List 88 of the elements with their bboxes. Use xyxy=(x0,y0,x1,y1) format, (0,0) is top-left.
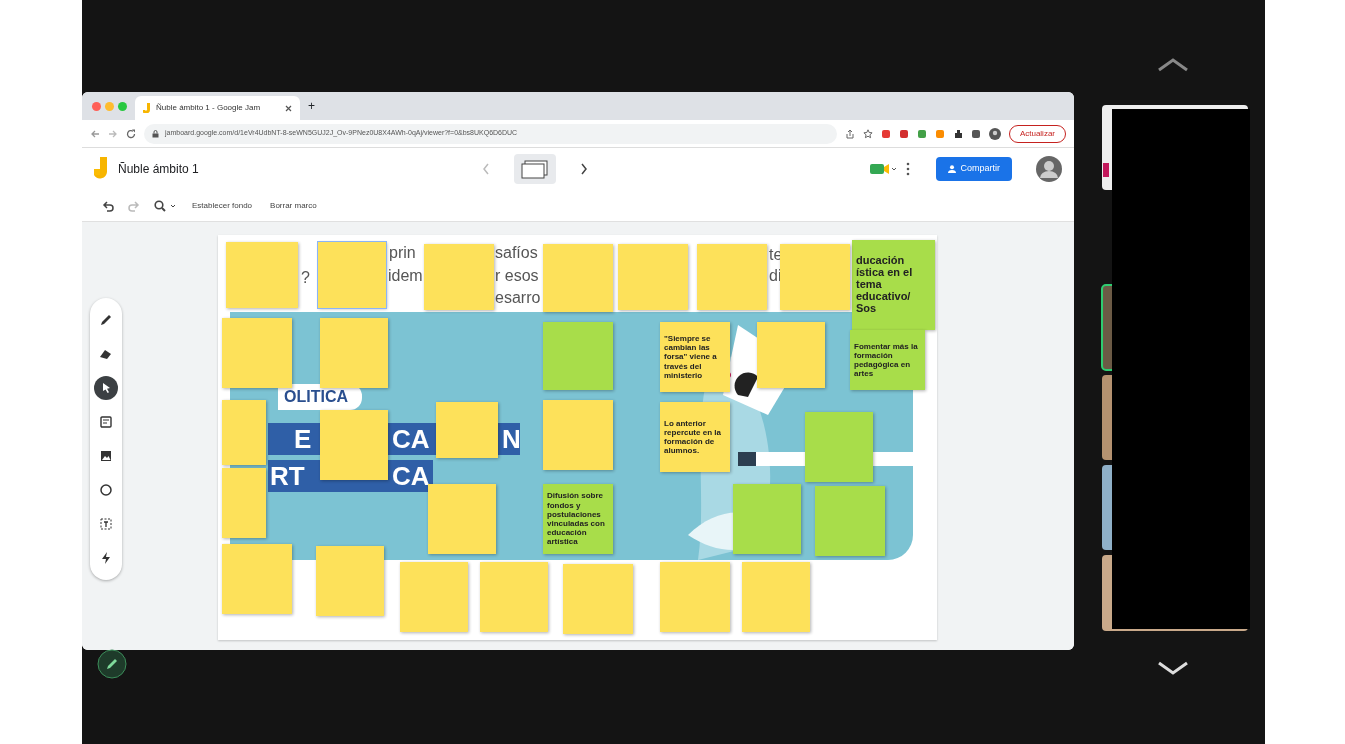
pen-button-icon[interactable] xyxy=(97,649,127,679)
toolbar-button[interactable]: Borrar marco xyxy=(268,197,319,214)
circle-icon xyxy=(98,482,114,498)
sticky-note[interactable] xyxy=(436,402,498,458)
update-button[interactable]: Actualizar xyxy=(1008,124,1066,143)
undo-icon[interactable] xyxy=(102,199,114,212)
sticky-note[interactable] xyxy=(226,242,298,308)
sticky-note[interactable] xyxy=(320,410,388,480)
forward-icon[interactable] xyxy=(108,128,118,139)
sticky-note[interactable] xyxy=(543,322,613,390)
share-icon[interactable] xyxy=(844,128,855,139)
sticky-note[interactable] xyxy=(222,400,266,465)
star-icon[interactable] xyxy=(862,128,873,139)
sticky-note[interactable] xyxy=(618,244,688,310)
avatar-icon[interactable] xyxy=(1036,156,1062,182)
reload-icon[interactable] xyxy=(126,128,136,139)
image-icon xyxy=(98,448,114,464)
chevron-up-icon[interactable] xyxy=(1157,58,1189,72)
sticky-note[interactable] xyxy=(757,322,825,388)
zoom-icon[interactable] xyxy=(154,199,176,212)
sticky-note[interactable] xyxy=(697,244,767,310)
slide-text: safíos xyxy=(495,245,538,261)
share-button[interactable]: Compartir xyxy=(936,157,1012,181)
slide-text: r esos xyxy=(495,268,539,284)
previous-icon[interactable] xyxy=(481,163,490,175)
browser-tab[interactable]: Ñuble ámbito 1 - Google Jam xyxy=(135,96,300,120)
extension-icon[interactable] xyxy=(952,128,963,139)
banner-text: CA xyxy=(392,426,430,452)
board-title[interactable]: Ñuble ámbito 1 xyxy=(118,160,199,178)
more-icon[interactable] xyxy=(906,162,911,176)
sticky-note[interactable] xyxy=(424,244,494,310)
chevron-down-icon[interactable] xyxy=(1157,661,1189,675)
tool-button[interactable] xyxy=(94,376,118,400)
note-text: ducación ística en el tema educativo/ Sos xyxy=(856,254,913,315)
slide-text: esarro xyxy=(495,290,541,306)
sticky-note[interactable] xyxy=(222,468,266,538)
sticky-note[interactable] xyxy=(815,486,885,556)
jamboard-logo-icon xyxy=(143,103,151,113)
lock-icon xyxy=(152,129,159,138)
redo-icon[interactable] xyxy=(128,199,140,212)
sticky-note[interactable] xyxy=(480,562,548,632)
sticky-note-icon xyxy=(98,414,114,430)
sticky-note[interactable] xyxy=(805,412,873,482)
banner-text: CA xyxy=(392,463,430,489)
sticky-note[interactable] xyxy=(316,546,384,616)
sticky-note[interactable] xyxy=(742,562,810,632)
sticky-note[interactable]: ducación ística en el tema educativo/ Sos xyxy=(852,240,935,330)
back-icon[interactable] xyxy=(90,128,100,139)
sticky-note[interactable]: Fomentar más la formación pedagógica en artes xyxy=(850,330,925,390)
person-icon xyxy=(948,165,957,173)
text-box-icon xyxy=(98,516,114,532)
banner-text: E xyxy=(294,426,312,452)
sticky-note[interactable]: Lo anterior repercute en la formación de alumnos. xyxy=(660,402,730,472)
note-text: Fomentar más la formación pedagógica en artes xyxy=(854,341,919,379)
slide-text: idem xyxy=(388,268,423,284)
jamboard-logo-icon[interactable] xyxy=(94,157,108,181)
banner-text: N xyxy=(502,426,521,452)
sticky-note[interactable] xyxy=(660,562,730,632)
sticky-note[interactable] xyxy=(318,242,386,308)
sticky-note[interactable]: "Siempre se cambian las forsa" viene a través del ministerio xyxy=(660,322,730,392)
close-icon[interactable] xyxy=(285,104,292,112)
meet-icon[interactable] xyxy=(870,162,897,176)
slide-text: di xyxy=(769,268,782,284)
note-text: Difusión sobre fondos y postulaciones vinculadas con educación artística xyxy=(547,491,606,547)
sticky-note[interactable] xyxy=(222,318,292,388)
sticky-note[interactable] xyxy=(543,244,613,312)
sticky-note[interactable] xyxy=(222,544,292,614)
sticky-note[interactable] xyxy=(428,484,496,554)
profile-icon[interactable] xyxy=(988,127,1001,140)
slide-text: prin xyxy=(389,245,416,261)
frame-bar-icon[interactable] xyxy=(513,154,556,184)
next-icon[interactable] xyxy=(579,163,588,175)
note-text: Lo anterior repercute en la formación de alumnos. xyxy=(664,418,722,456)
tab-title: Ñuble ámbito 1 - Google Jam xyxy=(156,102,262,114)
sticky-note[interactable] xyxy=(543,400,613,470)
sticky-note[interactable] xyxy=(400,562,468,632)
new-tab-button[interactable]: + xyxy=(308,100,315,112)
sticky-note[interactable] xyxy=(780,244,850,310)
pen-icon xyxy=(98,312,114,328)
extension-icon[interactable] xyxy=(970,128,981,139)
note-text: "Siempre se cambian las forsa" viene a través del ministerio xyxy=(664,334,718,380)
sticky-note[interactable] xyxy=(563,564,633,634)
slide-text: ? xyxy=(301,270,310,286)
toolbar-button[interactable]: Establecer fondo xyxy=(190,197,255,214)
sticky-note[interactable] xyxy=(733,484,801,554)
sticky-note[interactable]: Difusión sobre fondos y postulaciones vinculadas con educación artística xyxy=(543,484,613,554)
sticky-note[interactable] xyxy=(320,318,388,388)
banner-text: RT xyxy=(270,463,305,489)
